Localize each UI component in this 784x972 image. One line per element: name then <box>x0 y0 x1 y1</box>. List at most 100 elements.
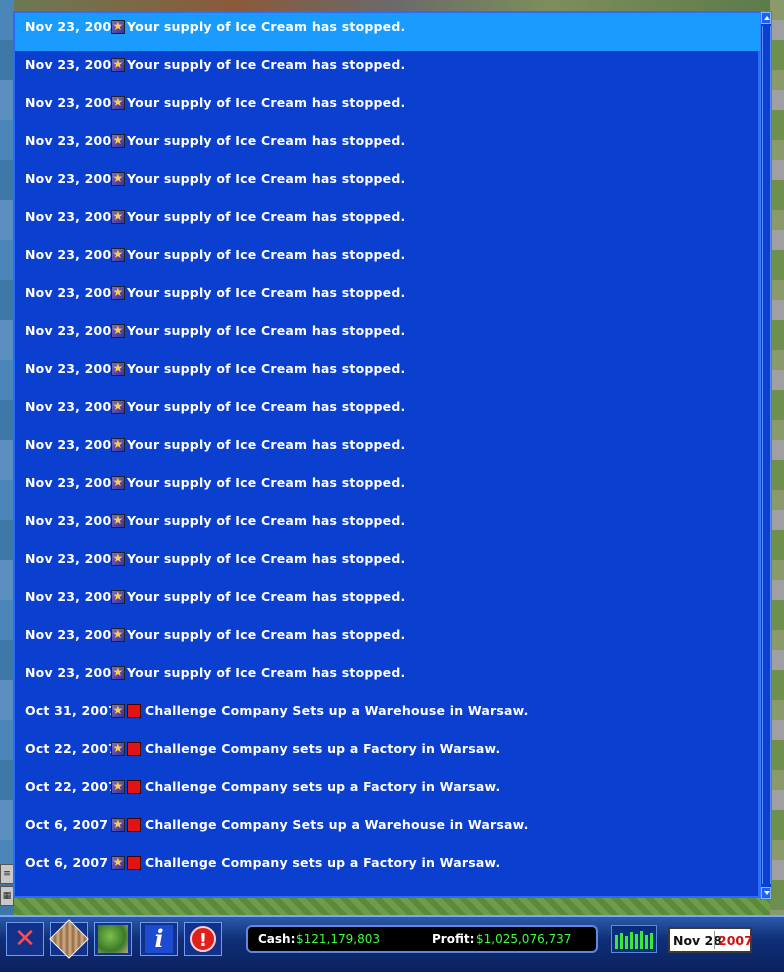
bar-chart-icon <box>615 935 618 949</box>
message-scrollbar[interactable] <box>760 11 772 900</box>
star-icon <box>111 665 125 680</box>
message-date: Nov 23, 2007 <box>25 171 121 186</box>
bar-chart-icon-bar <box>620 933 623 949</box>
message-row[interactable]: Oct 22, 2007 Challenge Company sets up a … <box>15 735 760 773</box>
scroll-down-button[interactable] <box>761 887 771 899</box>
message-text: Your supply of Ice Cream has stopped. <box>127 209 406 224</box>
company-color-icon <box>127 818 141 832</box>
message-row[interactable]: Nov 23, 2007 Your supply of Ice Cream has… <box>15 393 760 431</box>
message-text: Your supply of Ice Cream has stopped. <box>127 95 406 110</box>
message-row[interactable]: Nov 23, 2007 Your supply of Ice Cream has… <box>15 241 760 279</box>
scroll-thumb[interactable] <box>762 26 771 884</box>
star-icon <box>111 19 125 34</box>
close-tool-button[interactable]: ✕ <box>6 922 44 956</box>
message-date: Oct 31, 2007 <box>25 703 118 718</box>
message-row[interactable]: Nov 23, 2007 Your supply of Ice Cream has… <box>15 469 760 507</box>
message-row[interactable]: Nov 23, 2007 Your supply of Ice Cream has… <box>15 507 760 545</box>
message-row[interactable]: Oct 6, 2007 Challenge Company sets up a F… <box>15 849 760 887</box>
message-date: Oct 6, 2007 <box>25 855 109 870</box>
message-text: Challenge Company sets up a Factory in W… <box>145 741 501 756</box>
message-row[interactable]: Nov 23, 2007 Your supply of Ice Cream has… <box>15 545 760 583</box>
star-icon <box>111 855 125 870</box>
scroll-up-button[interactable] <box>761 12 771 24</box>
star-icon <box>111 513 125 528</box>
star-icon <box>111 323 125 338</box>
cash-label: Cash: <box>258 932 296 946</box>
message-row[interactable]: Nov 23, 2007 Your supply of Ice Cream has… <box>15 355 760 393</box>
side-grid-icon[interactable]: ▦ <box>0 886 14 906</box>
star-icon <box>111 247 125 262</box>
message-text: Your supply of Ice Cream has stopped. <box>127 361 406 376</box>
message-log-panel: Nov 23, 2007 Your supply of Ice Cream has… <box>13 11 760 898</box>
star-icon <box>111 551 125 566</box>
world-map-button[interactable] <box>94 922 132 956</box>
star-icon <box>111 475 125 490</box>
message-row[interactable]: Nov 23, 2007 Your supply of Ice Cream has… <box>15 317 760 355</box>
message-row[interactable]: Oct 31, 2007 Challenge Company Sets up a … <box>15 697 760 735</box>
game-date-display: Nov 28 2007 <box>668 927 753 953</box>
message-icons <box>111 735 141 763</box>
message-text: Challenge Company Sets up a Warehouse in… <box>145 817 529 832</box>
message-text: Your supply of Ice Cream has stopped. <box>127 133 406 148</box>
message-icons <box>111 203 125 231</box>
message-text: Your supply of Ice Cream has stopped. <box>127 513 406 528</box>
message-icons <box>111 469 125 497</box>
message-row[interactable]: Nov 23, 2007 Your supply of Ice Cream has… <box>15 127 760 165</box>
message-text: Your supply of Ice Cream has stopped. <box>127 323 406 338</box>
message-text: Your supply of Ice Cream has stopped. <box>127 247 406 262</box>
star-icon <box>111 361 125 376</box>
message-icons <box>111 659 125 687</box>
bottom-toolbar: ✕ i ! Cash: $121,179,803 Profit: $1,025,… <box>0 915 784 972</box>
side-list-icon[interactable]: ≡ <box>0 864 14 884</box>
message-row[interactable]: Nov 23, 2007 Your supply of Ice Cream has… <box>15 13 760 51</box>
message-row[interactable]: Nov 23, 2007 Your supply of Ice Cream has… <box>15 279 760 317</box>
star-icon <box>111 589 125 604</box>
star-icon <box>111 741 125 756</box>
cash-value: $121,179,803 <box>296 932 380 946</box>
message-row[interactable]: Nov 23, 2007 Your supply of Ice Cream has… <box>15 165 760 203</box>
message-row[interactable]: Nov 23, 2007 Your supply of Ice Cream has… <box>15 431 760 469</box>
game-date-year: 2007 <box>718 933 753 948</box>
message-icons <box>111 13 125 41</box>
star-icon <box>111 133 125 148</box>
alert-button[interactable]: ! <box>184 922 222 956</box>
message-text: Your supply of Ice Cream has stopped. <box>127 627 406 642</box>
message-text: Your supply of Ice Cream has stopped. <box>127 475 406 490</box>
map-view-button[interactable] <box>49 919 89 959</box>
message-icons <box>111 51 125 79</box>
star-icon <box>111 627 125 642</box>
message-text: Your supply of Ice Cream has stopped. <box>127 551 406 566</box>
star-icon <box>111 171 125 186</box>
message-text: Challenge Company Sets up a Warehouse in… <box>145 703 529 718</box>
message-row[interactable]: Oct 6, 2007 Challenge Company Sets up a W… <box>15 811 760 849</box>
company-color-icon <box>127 856 141 870</box>
message-row[interactable]: Nov 23, 2007 Your supply of Ice Cream has… <box>15 659 760 697</box>
message-date: Nov 23, 2007 <box>25 323 121 338</box>
alert-icon: ! <box>190 926 216 952</box>
game-map-right-strip <box>770 0 784 915</box>
message-text: Challenge Company sets up a Factory in W… <box>145 855 501 870</box>
message-date: Nov 23, 2007 <box>25 513 121 528</box>
message-text: Your supply of Ice Cream has stopped. <box>127 57 406 72</box>
message-row[interactable]: Nov 23, 2007 Your supply of Ice Cream has… <box>15 621 760 659</box>
message-row[interactable]: Nov 23, 2007 Your supply of Ice Cream has… <box>15 203 760 241</box>
message-text: Your supply of Ice Cream has stopped. <box>127 665 406 680</box>
bar-chart-icon-bar <box>625 936 628 949</box>
message-icons <box>111 621 125 649</box>
message-text: Your supply of Ice Cream has stopped. <box>127 589 406 604</box>
message-row[interactable]: Nov 23, 2007 Your supply of Ice Cream has… <box>15 51 760 89</box>
statistics-button[interactable] <box>611 925 657 953</box>
message-icons <box>111 583 125 611</box>
message-text: Your supply of Ice Cream has stopped. <box>127 285 406 300</box>
message-row[interactable]: Oct 22, 2007 Challenge Company sets up a … <box>15 773 760 811</box>
star-icon <box>111 285 125 300</box>
bar-chart-icon-bar <box>650 933 653 949</box>
bar-chart-icon-bar <box>635 934 638 949</box>
star-icon <box>111 399 125 414</box>
message-icons <box>111 849 141 877</box>
message-row[interactable]: Nov 23, 2007 Your supply of Ice Cream has… <box>15 89 760 127</box>
message-icons <box>111 127 125 155</box>
message-row[interactable]: Nov 23, 2007 Your supply of Ice Cream has… <box>15 583 760 621</box>
star-icon <box>111 209 125 224</box>
info-button[interactable]: i <box>140 922 178 956</box>
